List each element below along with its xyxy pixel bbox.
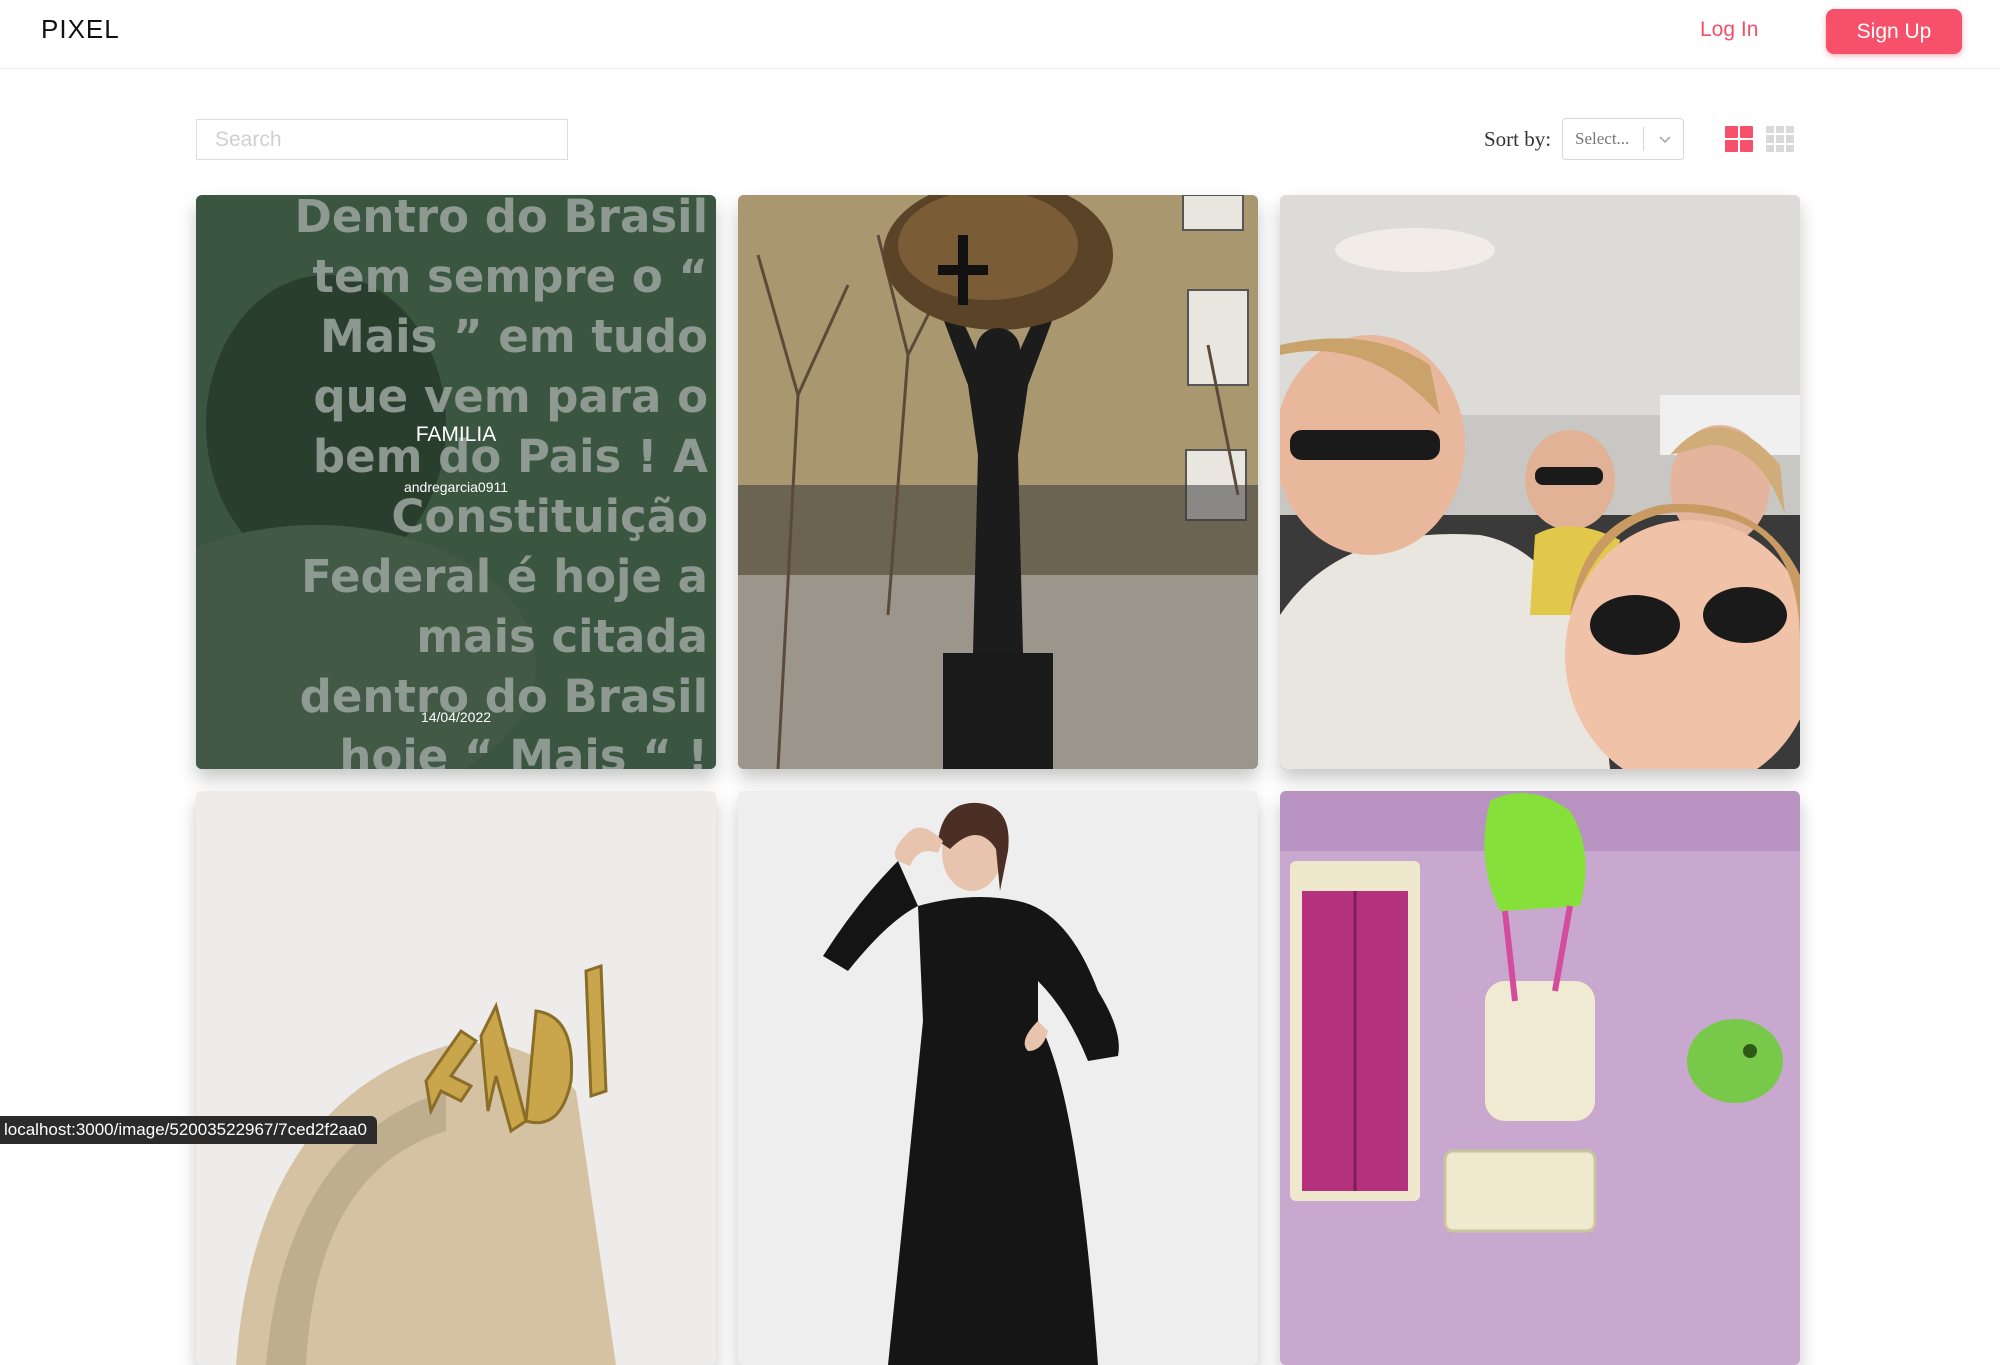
login-link[interactable]: Log In bbox=[1700, 18, 1758, 42]
gallery-card[interactable] bbox=[738, 791, 1258, 1365]
card-image bbox=[1280, 791, 1800, 1365]
gallery-card[interactable] bbox=[1280, 791, 1800, 1365]
chevron-down-icon bbox=[1659, 136, 1671, 144]
card-image bbox=[738, 791, 1258, 1365]
navbar: PIXEL Log In Sign Up bbox=[0, 0, 2000, 69]
grid-2x2-icon[interactable] bbox=[1725, 126, 1753, 152]
sort-select[interactable]: Select... bbox=[1562, 118, 1684, 160]
gallery-card[interactable]: Dentro do Brasil tem sempre o “ Mais ” e… bbox=[196, 195, 716, 769]
card-username[interactable]: andregarcia0911 bbox=[196, 479, 716, 495]
sort-label: Sort by: bbox=[1484, 127, 1552, 151]
gallery-card[interactable] bbox=[738, 195, 1258, 769]
signup-button[interactable]: Sign Up bbox=[1826, 9, 1962, 54]
status-bar-url: localhost:3000/image/52003522967/7ced2f2… bbox=[0, 1116, 377, 1144]
sort-select-value: Select... bbox=[1575, 129, 1630, 148]
card-image bbox=[738, 195, 1258, 769]
card-title: FAMILIA bbox=[415, 423, 497, 446]
card-image bbox=[1280, 195, 1800, 769]
logo[interactable]: PIXEL bbox=[41, 14, 120, 45]
card-image bbox=[196, 791, 716, 1365]
card-date: 14/04/2022 bbox=[420, 709, 492, 725]
grid-3x3-icon[interactable] bbox=[1766, 126, 1794, 152]
gallery-card[interactable] bbox=[1280, 195, 1800, 769]
search-input[interactable] bbox=[196, 119, 568, 160]
select-separator bbox=[1643, 127, 1644, 151]
gallery-card[interactable] bbox=[196, 791, 716, 1365]
